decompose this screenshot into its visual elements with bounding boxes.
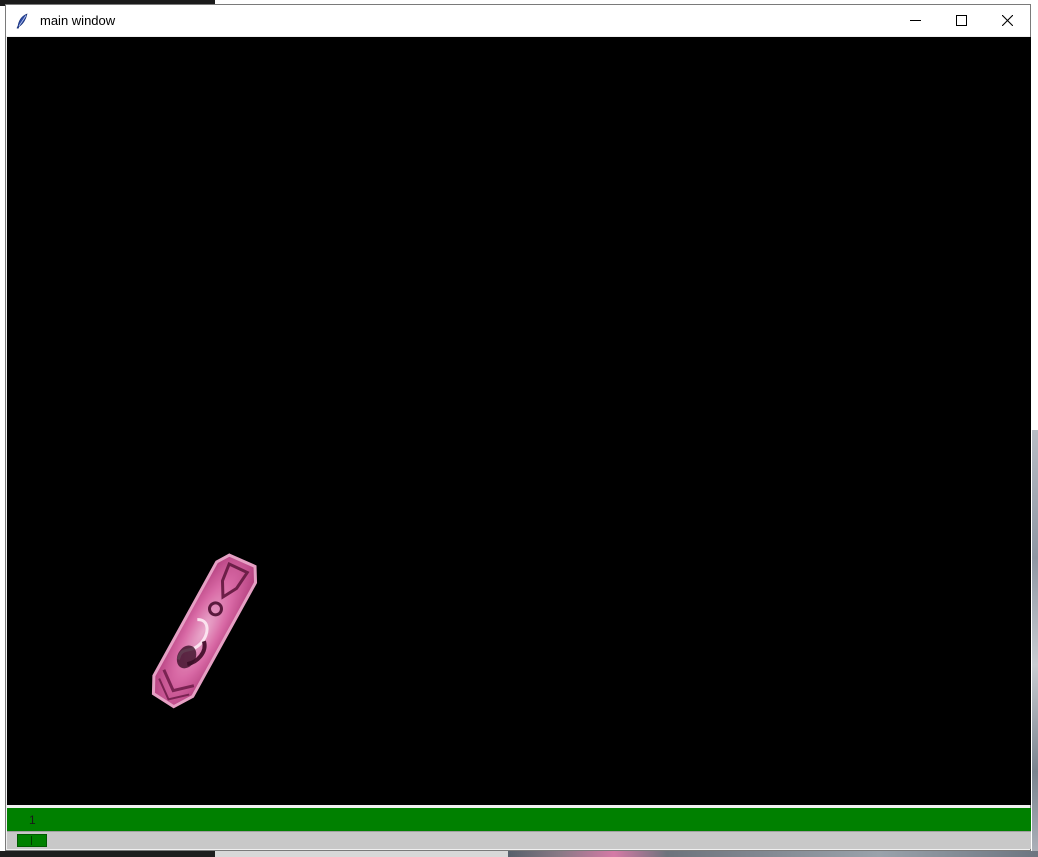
title-bar[interactable]: main window: [6, 5, 1030, 36]
close-icon: [1001, 15, 1013, 26]
desktop-background-photo: [508, 851, 1038, 857]
desktop-background-photo: [1032, 430, 1038, 857]
feather-icon: [14, 13, 30, 29]
minimize-button[interactable]: [892, 5, 938, 36]
maximize-button[interactable]: [938, 5, 984, 36]
maximize-icon: [955, 15, 967, 26]
game-canvas[interactable]: [7, 37, 1031, 805]
desktop-background: [1032, 0, 1038, 430]
frame-status-bar: 1: [7, 808, 1031, 831]
main-window: main window 1: [5, 4, 1031, 851]
window-title: main window: [40, 13, 116, 28]
desktop-background: [0, 851, 215, 857]
caption-buttons: [892, 5, 1030, 36]
pink-crystal-sprite: [151, 553, 258, 709]
frame-slider-handle[interactable]: [17, 834, 47, 847]
minimize-icon: [909, 20, 921, 21]
frame-number-label: 1: [29, 813, 36, 827]
frame-slider[interactable]: [7, 831, 1031, 849]
close-button[interactable]: [984, 5, 1030, 36]
